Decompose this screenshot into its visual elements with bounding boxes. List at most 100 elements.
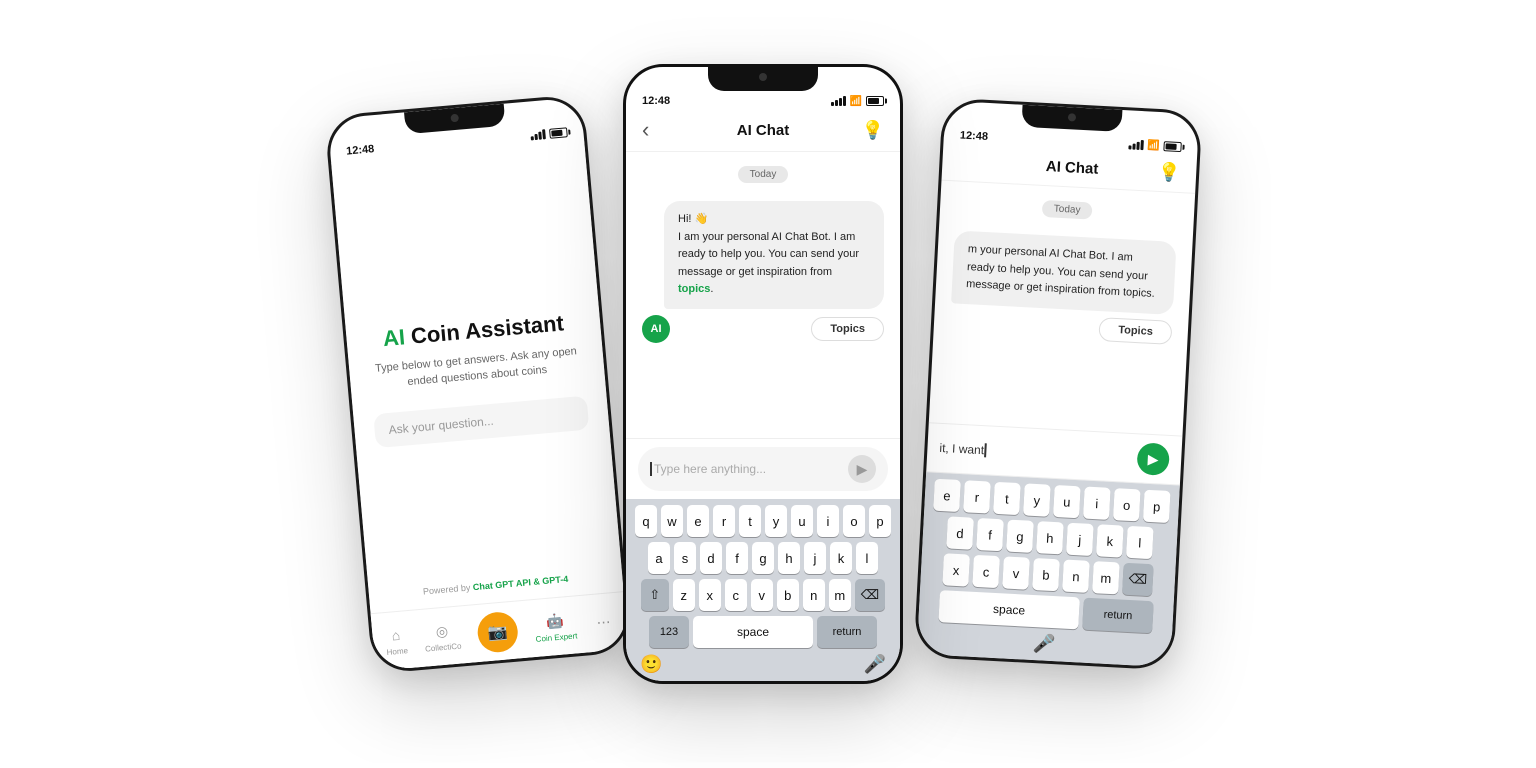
key-c[interactable]: c [725, 579, 747, 611]
time-right: 12:48 [960, 130, 989, 143]
key-e[interactable]: e [687, 505, 709, 537]
battery-right [1163, 141, 1181, 152]
key-r-k[interactable]: k [1096, 524, 1124, 557]
cursor-right [984, 444, 987, 458]
key-p[interactable]: p [869, 505, 891, 537]
key-l[interactable]: l [856, 542, 878, 574]
key-123[interactable]: 123 [649, 616, 689, 648]
chat-bubble-wrapper: AI Hi! 👋I am your personal AI Chat Bot. … [642, 201, 884, 341]
key-space[interactable]: space [693, 616, 813, 648]
key-v[interactable]: v [751, 579, 773, 611]
key-r-n[interactable]: n [1062, 560, 1090, 593]
nav-extra[interactable]: ⋯ [593, 612, 615, 634]
extra-icon: ⋯ [593, 612, 615, 634]
key-m[interactable]: m [829, 579, 851, 611]
key-y[interactable]: y [765, 505, 787, 537]
today-badge-center: Today [738, 166, 789, 183]
key-r-t[interactable]: t [993, 482, 1021, 515]
camera-dot-right [1068, 113, 1076, 121]
bulb-icon-right[interactable]: 💡 [1157, 162, 1180, 184]
key-g[interactable]: g [752, 542, 774, 574]
key-shift[interactable]: ⇧ [641, 579, 669, 611]
key-r-g[interactable]: g [1006, 520, 1034, 553]
key-r-i[interactable]: i [1083, 487, 1111, 520]
topics-button-right[interactable]: Topics [1099, 317, 1173, 345]
mic-icon[interactable]: 🎤 [864, 654, 886, 675]
battery-center [866, 96, 884, 106]
emoji-icon[interactable]: 🙂 [640, 654, 662, 675]
key-t[interactable]: t [739, 505, 761, 537]
status-icons-center: 📶 [831, 96, 884, 107]
nav-collectico[interactable]: ◎ CollectiCo [423, 620, 462, 654]
signal-right [1128, 139, 1144, 150]
key-r-d[interactable]: d [946, 516, 974, 549]
key-o[interactable]: o [843, 505, 865, 537]
nav-home[interactable]: ⌂ Home [384, 624, 408, 657]
key-z[interactable]: z [673, 579, 695, 611]
key-f[interactable]: f [726, 542, 748, 574]
send-button-center[interactable]: ▶ [848, 455, 876, 483]
key-j[interactable]: j [804, 542, 826, 574]
key-r-b[interactable]: b [1032, 558, 1060, 591]
key-w[interactable]: w [661, 505, 683, 537]
key-r-return[interactable]: return [1082, 598, 1154, 634]
key-r-f[interactable]: f [976, 518, 1004, 551]
topics-btn-right-area: Topics [950, 309, 1173, 345]
cursor-blink [650, 462, 652, 476]
chat-area-right: m your personal AI Chat Bot. I am ready … [929, 226, 1193, 436]
chat-input-right[interactable]: it, I want [939, 440, 1130, 465]
key-u[interactable]: u [791, 505, 813, 537]
key-r-p[interactable]: p [1143, 490, 1171, 523]
chat-title-right: AI Chat [986, 155, 1158, 181]
key-r-e[interactable]: e [933, 479, 961, 512]
chat-type-input[interactable]: Type here anything... [650, 462, 840, 477]
phone-center: 12:48 📶 ‹ AI Chat [623, 64, 903, 684]
key-r-o[interactable]: o [1113, 488, 1141, 521]
key-r-y[interactable]: y [1023, 483, 1051, 516]
key-r-bs[interactable]: ⌫ [1122, 563, 1154, 597]
keyboard-row-1: q w e r t y u i o p [630, 505, 896, 537]
ai-word: AI [382, 324, 406, 351]
coin-expert-icon: 🤖 [544, 610, 566, 632]
bulb-icon-center[interactable]: 💡 [862, 120, 884, 141]
key-h[interactable]: h [778, 542, 800, 574]
key-backspace[interactable]: ⌫ [855, 579, 885, 611]
nav-camera[interactable]: 📷 [476, 610, 519, 653]
key-s[interactable]: s [674, 542, 696, 574]
key-r-c[interactable]: c [972, 555, 1000, 588]
topics-button-center[interactable]: Topics [811, 317, 884, 341]
ask-input[interactable]: Ask your question... [373, 395, 589, 448]
key-r-r[interactable]: r [963, 480, 991, 513]
key-r-m[interactable]: m [1092, 561, 1120, 594]
keyboard-row-2: a s d f g h j k l [630, 542, 896, 574]
key-b[interactable]: b [777, 579, 799, 611]
back-button[interactable]: ‹ [642, 117, 670, 143]
key-r-j[interactable]: j [1066, 523, 1094, 556]
key-d[interactable]: d [700, 542, 722, 574]
key-return[interactable]: return [817, 616, 877, 648]
mic-icon-right[interactable]: 🎤 [1033, 633, 1056, 655]
key-a[interactable]: a [648, 542, 670, 574]
nav-coin-expert[interactable]: 🤖 Coin Expert [533, 609, 577, 644]
send-button-right[interactable]: ▶ [1136, 442, 1170, 476]
ai-avatar: AI [642, 315, 670, 343]
scene: 12:48 AI Coin Assistant [318, 24, 1218, 744]
key-r-v[interactable]: v [1002, 556, 1030, 589]
key-n[interactable]: n [803, 579, 825, 611]
key-q[interactable]: q [635, 505, 657, 537]
wifi-right: 📶 [1147, 140, 1160, 152]
keyboard-right: e r t y u i o p d f g h j k l [917, 472, 1180, 667]
camera-dot-center [759, 73, 767, 81]
key-r-x[interactable]: x [942, 553, 970, 586]
key-k[interactable]: k [830, 542, 852, 574]
key-i[interactable]: i [817, 505, 839, 537]
time-left: 12:48 [346, 143, 375, 157]
key-x[interactable]: x [699, 579, 721, 611]
status-icons-left [530, 127, 568, 140]
key-r-l[interactable]: l [1126, 526, 1154, 559]
chat-title-center: AI Chat [737, 122, 790, 139]
key-r-h[interactable]: h [1036, 521, 1064, 554]
input-row-center: Type here anything... ▶ [638, 447, 888, 491]
key-r[interactable]: r [713, 505, 735, 537]
key-r-u[interactable]: u [1053, 485, 1081, 518]
